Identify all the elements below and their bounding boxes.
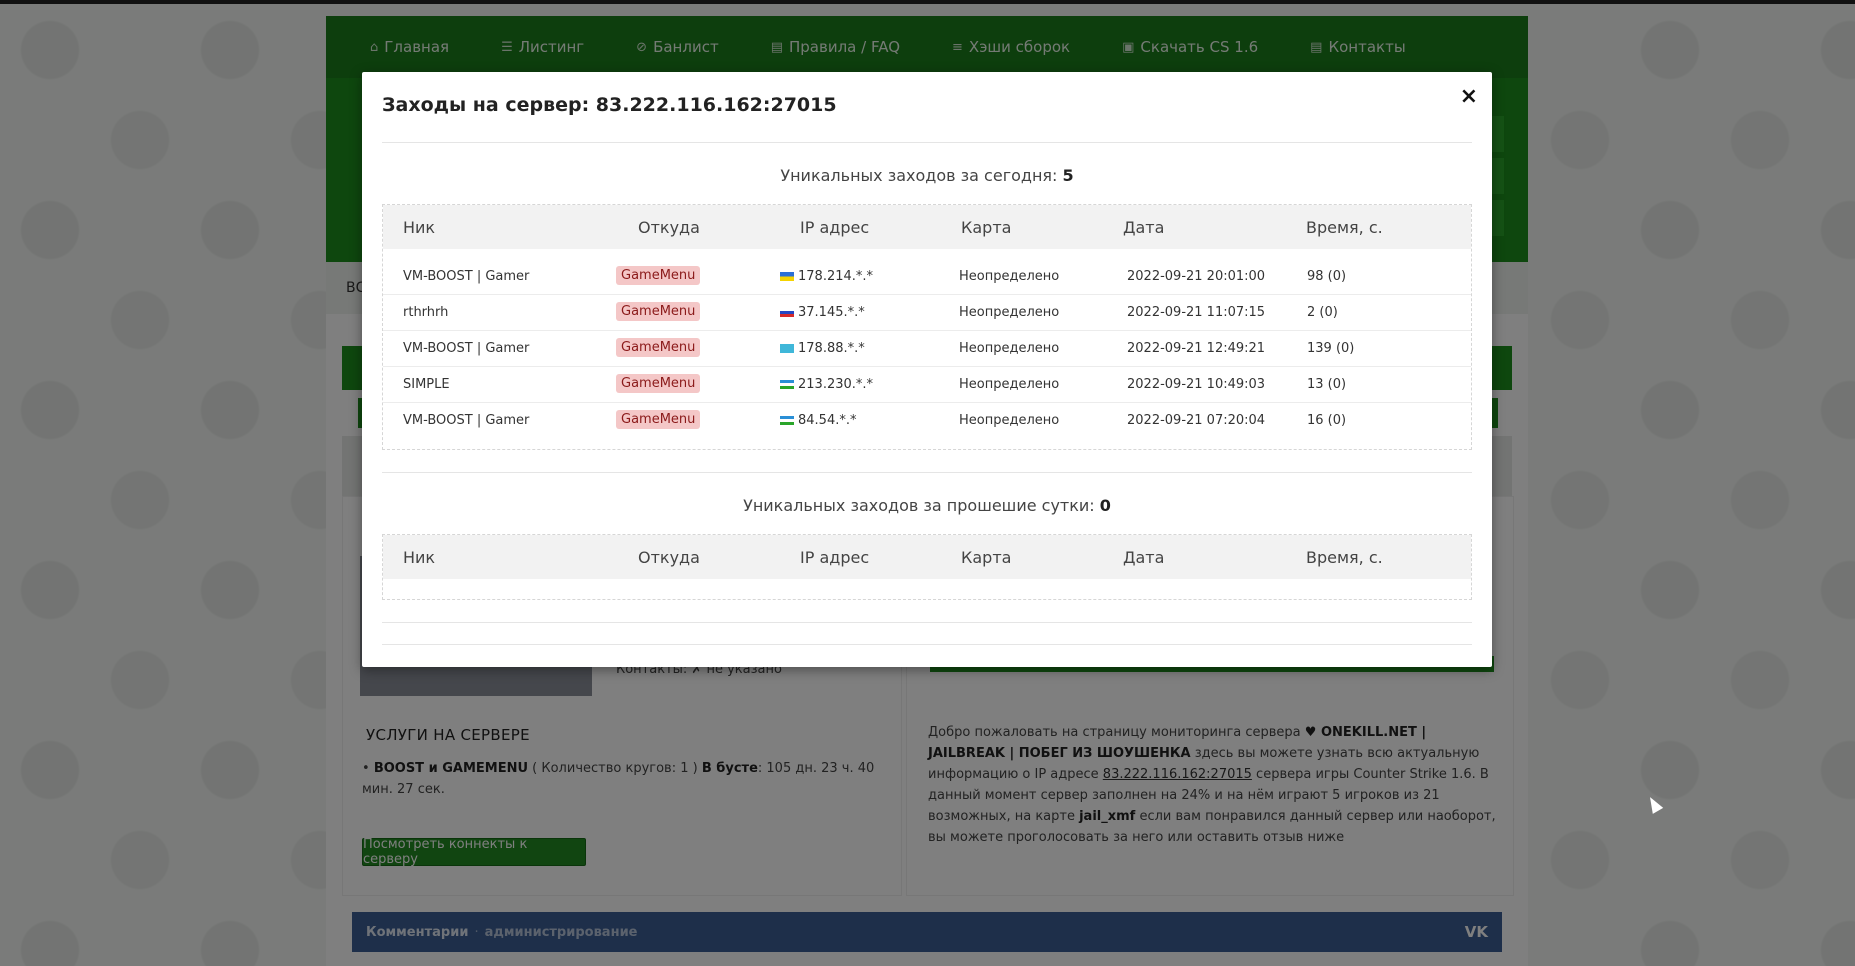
yesterday-count-line: Уникальных заходов за прошешие сутки: 0 bbox=[362, 496, 1492, 515]
ip-text: 84.54.*.* bbox=[798, 413, 857, 428]
flag-icon bbox=[780, 344, 794, 353]
cell-map: Неопределено bbox=[959, 341, 1060, 356]
connections-modal: Заходы на сервер: 83.222.116.162:27015 ×… bbox=[362, 72, 1492, 667]
cell-map: Неопределено bbox=[959, 377, 1060, 392]
col-date: Дата bbox=[1123, 218, 1165, 237]
close-icon[interactable]: × bbox=[1460, 84, 1478, 109]
divider bbox=[382, 142, 1472, 143]
cell-time: 98 (0) bbox=[1307, 269, 1347, 284]
modal-title: Заходы на сервер: 83.222.116.162:27015 bbox=[382, 94, 837, 116]
cell-ip: 178.214.*.* bbox=[780, 269, 873, 284]
ip-text: 178.214.*.* bbox=[798, 269, 874, 284]
cell-time: 16 (0) bbox=[1307, 413, 1347, 428]
cell-ip: 213.230.*.* bbox=[780, 377, 873, 392]
yesterday-count: 0 bbox=[1099, 496, 1111, 515]
flag-icon bbox=[780, 380, 794, 389]
cell-date: 2022-09-21 10:49:03 bbox=[1127, 377, 1266, 392]
table-row: VM-BOOST | Gamer GameMenu 84.54.*.* Неопред… bbox=[383, 403, 1471, 439]
cell-ip: 178.88.*.* bbox=[780, 341, 865, 356]
cell-ip: 84.54.*.* bbox=[780, 413, 856, 428]
cell-date: 2022-09-21 12:49:21 bbox=[1127, 341, 1266, 356]
cell-nick: VM-BOOST | Gamer bbox=[403, 269, 530, 284]
cell-date: 2022-09-21 20:01:00 bbox=[1127, 269, 1266, 284]
flag-icon bbox=[780, 416, 794, 425]
today-table: Ник Откуда IP адрес Карта Дата Время, с.… bbox=[382, 204, 1472, 450]
col-source: Откуда bbox=[638, 218, 700, 237]
flag-icon bbox=[780, 308, 794, 317]
cell-date: 2022-09-21 11:07:15 bbox=[1127, 305, 1266, 320]
cell-ip: 37.145.*.* bbox=[780, 305, 865, 320]
yesterday-table: Ник Откуда IP адрес Карта Дата Время, с. bbox=[382, 534, 1472, 600]
col-ip: IP адрес bbox=[800, 548, 870, 567]
cell-nick: SIMPLE bbox=[403, 377, 450, 392]
cell-time: 2 (0) bbox=[1307, 305, 1338, 320]
cell-map: Неопределено bbox=[959, 305, 1060, 320]
cell-nick: VM-BOOST | Gamer bbox=[403, 413, 530, 428]
source-badge: GameMenu bbox=[616, 374, 701, 393]
col-source: Откуда bbox=[638, 548, 700, 567]
col-map: Карта bbox=[961, 548, 1012, 567]
table-header: Ник Откуда IP адрес Карта Дата Время, с. bbox=[383, 535, 1471, 579]
today-count-line: Уникальных заходов за сегодня: 5 bbox=[362, 166, 1492, 185]
divider bbox=[382, 622, 1472, 623]
source-badge: GameMenu bbox=[616, 338, 701, 357]
cell-map: Неопределено bbox=[959, 269, 1060, 284]
col-nick: Ник bbox=[403, 548, 436, 567]
col-nick: Ник bbox=[403, 218, 436, 237]
ip-text: 213.230.*.* bbox=[798, 377, 874, 392]
yesterday-label: Уникальных заходов за прошешие сутки: bbox=[743, 496, 1095, 515]
col-time: Время, с. bbox=[1306, 218, 1383, 237]
ip-text: 37.145.*.* bbox=[798, 305, 865, 320]
source-badge: GameMenu bbox=[616, 410, 701, 429]
cell-time: 13 (0) bbox=[1307, 377, 1347, 392]
table-row: VM-BOOST | Gamer GameMenu 178.88.*.* Неопре… bbox=[383, 331, 1471, 367]
flag-icon bbox=[780, 272, 794, 281]
source-badge: GameMenu bbox=[616, 302, 701, 321]
today-rows: VM-BOOST | Gamer GameMenu 178.214.*.* Неопр… bbox=[383, 249, 1471, 439]
cell-map: Неопределено bbox=[959, 413, 1060, 428]
table-header: Ник Откуда IP адрес Карта Дата Время, с. bbox=[383, 205, 1471, 249]
table-row: VM-BOOST | Gamer GameMenu 178.214.*.* Неопр… bbox=[383, 259, 1471, 295]
col-date: Дата bbox=[1123, 548, 1165, 567]
today-label: Уникальных заходов за сегодня: bbox=[780, 166, 1058, 185]
cell-date: 2022-09-21 07:20:04 bbox=[1127, 413, 1266, 428]
table-row: rthrhrh GameMenu 37.145.*.* Неопределено 202… bbox=[383, 295, 1471, 331]
col-time: Время, с. bbox=[1306, 548, 1383, 567]
source-badge: GameMenu bbox=[616, 266, 701, 285]
table-row: SIMPLE GameMenu 213.230.*.* Неопределено 202… bbox=[383, 367, 1471, 403]
cell-time: 139 (0) bbox=[1307, 341, 1355, 356]
ip-text: 178.88.*.* bbox=[798, 341, 865, 356]
cell-nick: rthrhrh bbox=[403, 305, 449, 320]
col-map: Карта bbox=[961, 218, 1012, 237]
divider bbox=[382, 472, 1472, 473]
divider bbox=[382, 644, 1472, 645]
col-ip: IP адрес bbox=[800, 218, 870, 237]
cell-nick: VM-BOOST | Gamer bbox=[403, 341, 530, 356]
today-count: 5 bbox=[1062, 166, 1074, 185]
